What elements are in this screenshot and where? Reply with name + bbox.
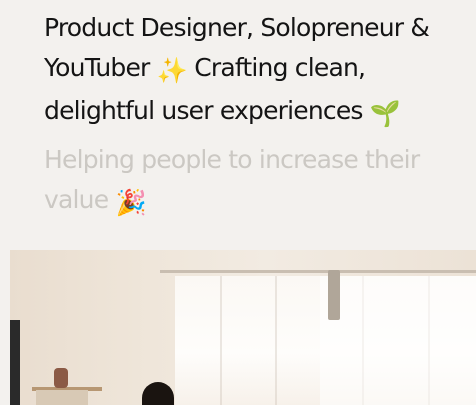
bio-subline: Helping people to increase their value 🎉 [44, 140, 474, 223]
curtain-cord [328, 270, 340, 320]
profile-photo [10, 250, 476, 405]
party-popper-icon: 🎉 [115, 188, 146, 217]
bio-headline: Product Designer, Solopreneur & YouTuber… [44, 8, 474, 134]
photo-vase [54, 368, 68, 388]
seedling-icon: 🌱 [369, 99, 401, 128]
bio-subline-text: Helping people to increase their value [44, 145, 420, 214]
sparkles-icon: ✨ [156, 56, 188, 85]
profile-hero: Product Designer, Solopreneur & YouTuber… [0, 0, 476, 250]
curtain-rod [160, 270, 476, 273]
photo-frame [36, 390, 88, 405]
photo-window [320, 276, 476, 405]
photo-doorframe [10, 320, 20, 405]
curtain-fold [220, 276, 222, 405]
curtain-fold [275, 276, 277, 405]
